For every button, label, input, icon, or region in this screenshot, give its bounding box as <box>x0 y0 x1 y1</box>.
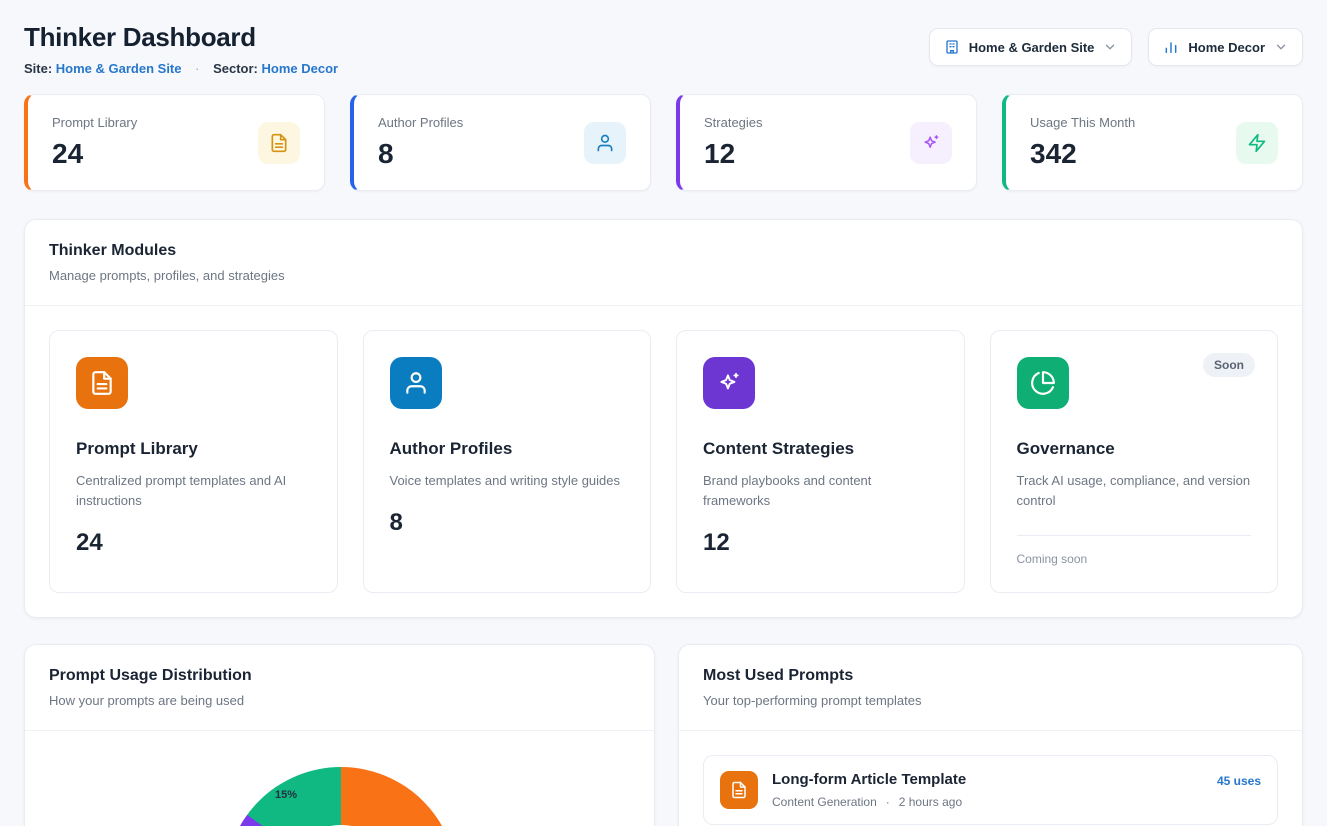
file-text-icon <box>730 781 748 799</box>
module-title: Content Strategies <box>703 439 938 459</box>
usage-card-title: Prompt Usage Distribution <box>49 667 630 685</box>
sector-selector-label: Home Decor <box>1188 40 1265 55</box>
stat-value: 24 <box>52 138 137 170</box>
module-card-governance[interactable]: Soon Governance Track AI usage, complian… <box>990 330 1279 593</box>
most-used-title: Most Used Prompts <box>703 667 1278 685</box>
modules-grid: Prompt Library Centralized prompt templa… <box>25 306 1302 617</box>
module-card-author-profiles[interactable]: Author Profiles Voice templates and writ… <box>363 330 652 593</box>
module-count: 8 <box>390 509 625 537</box>
module-title: Author Profiles <box>390 439 625 459</box>
user-icon <box>595 133 615 153</box>
stat-card-strategies: Strategies 12 <box>676 94 977 191</box>
stat-icon-box <box>258 122 300 164</box>
modules-subtitle: Manage prompts, profiles, and strategies <box>49 268 1278 283</box>
sector-link[interactable]: Home Decor <box>262 61 339 76</box>
sparkles-icon <box>716 370 742 396</box>
stat-card-usage: Usage This Month 342 <box>1002 94 1303 191</box>
stat-value: 342 <box>1030 138 1135 170</box>
stat-icon-box <box>584 122 626 164</box>
donut-chart: 15% <box>225 767 457 826</box>
module-icon-box <box>76 357 128 409</box>
module-title: Governance <box>1017 439 1252 459</box>
most-used-header: Most Used Prompts Your top-performing pr… <box>679 645 1302 731</box>
user-icon <box>403 370 429 396</box>
usage-distribution-card: Prompt Usage Distribution How your promp… <box>24 644 655 826</box>
page-title: Thinker Dashboard <box>24 22 338 53</box>
pie-chart-icon <box>1030 370 1056 396</box>
header-left: Thinker Dashboard Site: Home & Garden Si… <box>24 22 338 76</box>
breadcrumb: Site: Home & Garden Site · Sector: Home … <box>24 61 338 76</box>
usage-card-header: Prompt Usage Distribution How your promp… <box>25 645 654 731</box>
stat-label: Author Profiles <box>378 115 463 130</box>
topbar: Thinker Dashboard Site: Home & Garden Si… <box>24 22 1303 76</box>
building-icon <box>944 39 960 55</box>
coming-soon-label: Coming soon <box>1017 552 1252 566</box>
modules-title: Thinker Modules <box>49 242 1278 260</box>
donut-segment-label: 15% <box>275 789 297 801</box>
prompt-item-title: Long-form Article Template <box>772 771 966 788</box>
site-selector-button[interactable]: Home & Garden Site <box>929 28 1133 66</box>
header-actions: Home & Garden Site Home Decor <box>929 28 1303 66</box>
site-label: Site: <box>24 61 52 76</box>
modules-panel: Thinker Modules Manage prompts, profiles… <box>24 219 1303 618</box>
stat-label: Usage This Month <box>1030 115 1135 130</box>
stat-value: 8 <box>378 138 463 170</box>
module-count: 24 <box>76 529 311 557</box>
stat-label: Prompt Library <box>52 115 137 130</box>
prompt-list-item[interactable]: Long-form Article Template Content Gener… <box>703 755 1278 825</box>
meta-separator: · <box>886 795 890 809</box>
prompt-item-time: 2 hours ago <box>899 795 962 809</box>
dashboard-page: Thinker Dashboard Site: Home & Garden Si… <box>0 0 1327 826</box>
stats-row: Prompt Library 24 Author Profiles 8 <box>24 94 1303 191</box>
chevron-down-icon <box>1274 40 1288 54</box>
stat-card-author-profiles: Author Profiles 8 <box>350 94 651 191</box>
stat-icon-box <box>910 122 952 164</box>
file-text-icon <box>269 133 289 153</box>
prompt-item-icon-box <box>720 771 758 809</box>
prompt-item-body: Long-form Article Template Content Gener… <box>772 771 966 809</box>
soon-badge: Soon <box>1203 353 1255 377</box>
stat-card-prompt-library: Prompt Library 24 <box>24 94 325 191</box>
module-description: Voice templates and writing style guides <box>390 471 625 491</box>
module-description: Track AI usage, compliance, and version … <box>1017 471 1252 511</box>
bottom-row: Prompt Usage Distribution How your promp… <box>24 644 1303 826</box>
module-card-prompt-library[interactable]: Prompt Library Centralized prompt templa… <box>49 330 338 593</box>
usage-card-subtitle: How your prompts are being used <box>49 693 630 708</box>
stat-value: 12 <box>704 138 763 170</box>
module-icon-box <box>1017 357 1069 409</box>
module-icon-box <box>703 357 755 409</box>
chart-area: 15% <box>25 731 654 826</box>
stat-label: Strategies <box>704 115 763 130</box>
module-title: Prompt Library <box>76 439 311 459</box>
stat-icon-box <box>1236 122 1278 164</box>
prompt-item-category: Content Generation <box>772 795 877 809</box>
module-count: 12 <box>703 529 938 557</box>
divider <box>1017 535 1252 536</box>
module-description: Centralized prompt templates and AI inst… <box>76 471 311 511</box>
most-used-card: Most Used Prompts Your top-performing pr… <box>678 644 1303 826</box>
prompt-uses-badge: 45 uses <box>1217 774 1261 788</box>
sector-label: Sector: <box>213 61 258 76</box>
sector-selector-button[interactable]: Home Decor <box>1148 28 1303 66</box>
module-description: Brand playbooks and content frameworks <box>703 471 938 511</box>
breadcrumb-separator: · <box>195 61 199 76</box>
file-text-icon <box>89 370 115 396</box>
site-link[interactable]: Home & Garden Site <box>56 61 182 76</box>
prompt-list: Long-form Article Template Content Gener… <box>679 731 1302 826</box>
modules-panel-header: Thinker Modules Manage prompts, profiles… <box>25 220 1302 306</box>
most-used-subtitle: Your top-performing prompt templates <box>703 693 1278 708</box>
module-card-content-strategies[interactable]: Content Strategies Brand playbooks and c… <box>676 330 965 593</box>
chevron-down-icon <box>1103 40 1117 54</box>
sparkles-icon <box>921 133 941 153</box>
prompt-item-meta: Content Generation · 2 hours ago <box>772 795 966 809</box>
site-selector-label: Home & Garden Site <box>969 40 1095 55</box>
module-icon-box <box>390 357 442 409</box>
zap-icon <box>1247 133 1267 153</box>
bar-chart-icon <box>1163 39 1179 55</box>
